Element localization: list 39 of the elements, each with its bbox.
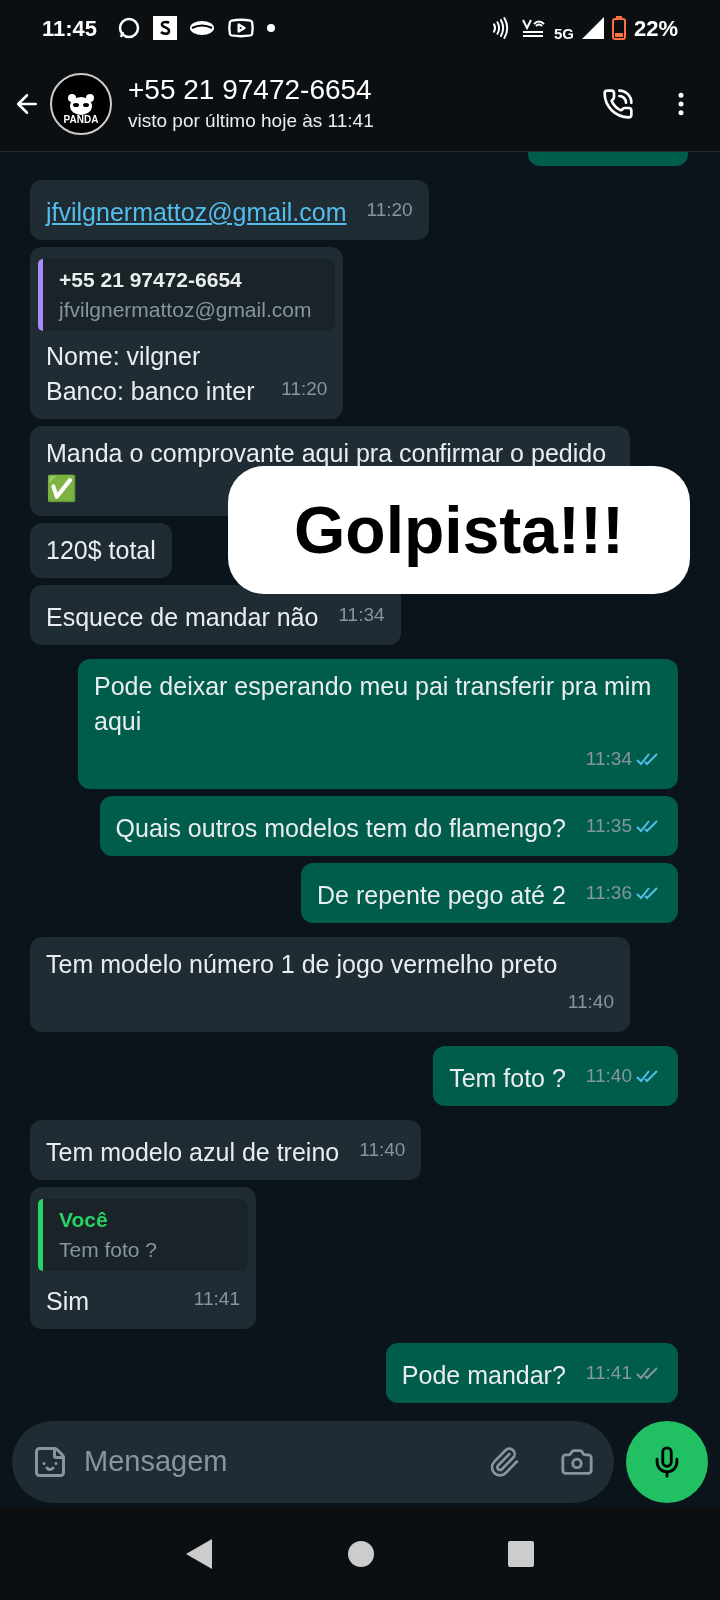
quote-text: jfvilgnermattoz@gmail.com [59, 297, 312, 323]
overlay-label: Golpista!!! [228, 466, 690, 594]
quoted-message[interactable]: Você Tem foto ? [38, 1199, 248, 1271]
message-text: 120$ total [46, 535, 156, 566]
quote-text: Tem foto ? [59, 1237, 158, 1263]
network-type: 5G [553, 23, 574, 44]
message-text: Quais outros modelos tem do flamengo? [115, 813, 566, 844]
message-text: Nome: vilgner Banco: banco inter [46, 341, 255, 407]
message-text: Sim [46, 1286, 90, 1317]
status-time: 11:45 [42, 14, 98, 43]
message-text: Tem modelo azul de treino [46, 1137, 340, 1168]
message-time: 11:40 [567, 990, 614, 1014]
message-time: 11:40 [585, 1064, 632, 1088]
last-seen: visto por último hoje às 11:41 [128, 108, 374, 133]
message-text: De repente pego até 2 [317, 880, 566, 911]
message-time: 11:41 [193, 1287, 240, 1311]
message-text: Tem modelo número 1 de jogo vermelho preto [46, 949, 558, 980]
contact-name[interactable]: +55 21 97472-6654 [128, 71, 374, 107]
quoted-message[interactable]: +55 21 97472-6654 jfvilgnermattoz@gmail.com [38, 259, 336, 331]
quote-author: Você [59, 1207, 109, 1233]
message-text: Pode deixar esperando meu pai transferir pra mim aqui [94, 671, 653, 737]
message-time: 11:35 [585, 814, 632, 838]
message-text: Pode mandar? [401, 1360, 566, 1391]
avatar[interactable]: PANDA [50, 72, 112, 135]
message-text: Tem foto ? [449, 1063, 566, 1094]
message-time: 11:41 [585, 1361, 632, 1385]
message-input[interactable]: Mensagem [84, 1440, 472, 1484]
quote-author: +55 21 97472-6654 [59, 267, 243, 293]
message-time: 11:40 [359, 1138, 406, 1162]
message-time: 11:20 [366, 198, 413, 222]
message-time: 11:34 [585, 747, 632, 771]
avatar-label: PANDA [63, 114, 99, 125]
message-time: 11:20 [281, 377, 328, 401]
composer-bar[interactable]: Mensagem [12, 1421, 614, 1503]
email-link[interactable]: jfvilgnermattoz@gmail.com [46, 195, 347, 230]
message-time: 11:34 [338, 603, 385, 627]
message-time: 11:36 [585, 881, 632, 905]
message-text: Esquece de mandar não [46, 602, 319, 633]
battery-level: 22% [633, 14, 678, 43]
